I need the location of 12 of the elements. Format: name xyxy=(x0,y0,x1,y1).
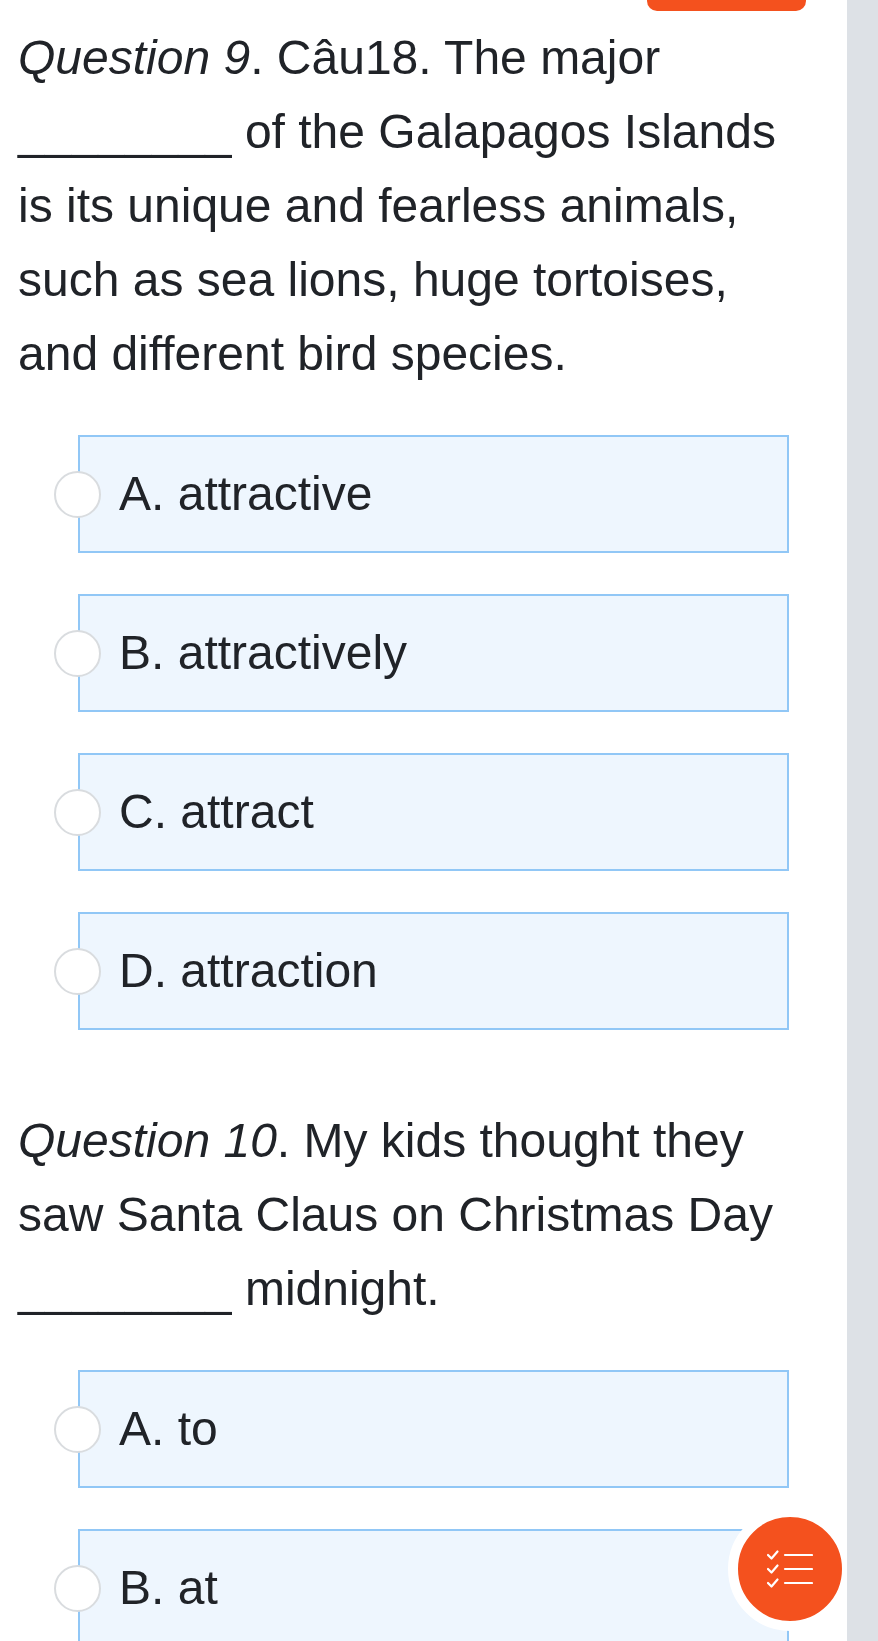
question-text: Question 9. Câu18. The major ________ of the Galapagos Islands is its unique and fearless animals, such as sea lions, huge tortoises, and different bird species. xyxy=(18,30,777,382)
answer-option[interactable]: A. to xyxy=(78,1370,789,1488)
answer-option[interactable]: C. attract xyxy=(78,753,789,871)
answer-option[interactable]: A. attractive xyxy=(78,435,789,553)
header-button[interactable] xyxy=(647,0,806,11)
answer-option[interactable]: B. at xyxy=(78,1529,789,1641)
answer-option[interactable]: D. attraction xyxy=(78,912,789,1030)
checklist-icon xyxy=(767,1550,813,1588)
answer-option[interactable]: B. attractively xyxy=(78,594,789,712)
question-text: Question 10. My kids thought they saw Santa Claus on Christmas Day ________ midnight. xyxy=(18,1113,774,1317)
fill-in-line: ________ xyxy=(18,1262,232,1315)
fill-in-line: ________ xyxy=(18,105,232,158)
